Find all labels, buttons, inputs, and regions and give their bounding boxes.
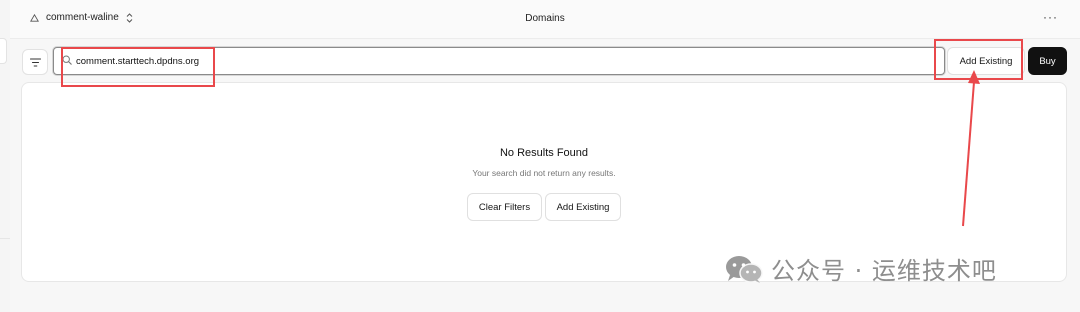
top-bar: comment-waline Domains ··· <box>10 0 1080 39</box>
search-input[interactable] <box>76 52 926 70</box>
page-title: Domains <box>525 13 565 24</box>
search-icon <box>62 55 72 65</box>
empty-state-description: Your search did not return any results. <box>472 168 616 178</box>
sidebar-collapse-handle[interactable] <box>0 38 7 64</box>
wechat-watermark: 公众号 · 运维技术吧 <box>724 251 997 286</box>
buy-button[interactable]: Buy <box>1028 47 1067 75</box>
wechat-icon <box>726 255 763 283</box>
empty-state-title: No Results Found <box>499 147 589 159</box>
watermark-text: 公众号 · 运维技术吧 <box>771 257 997 285</box>
more-options-button[interactable]: ··· <box>1043 10 1058 24</box>
add-existing-empty-button[interactable]: Add Existing <box>545 193 621 221</box>
filter-icon <box>29 57 41 67</box>
add-existing-button[interactable]: Add Existing <box>947 47 1025 75</box>
domain-search-field[interactable] <box>53 47 945 75</box>
sidebar-divider <box>0 238 10 239</box>
filter-button[interactable] <box>22 49 48 75</box>
clear-filters-button[interactable]: Clear Filters <box>467 193 542 221</box>
